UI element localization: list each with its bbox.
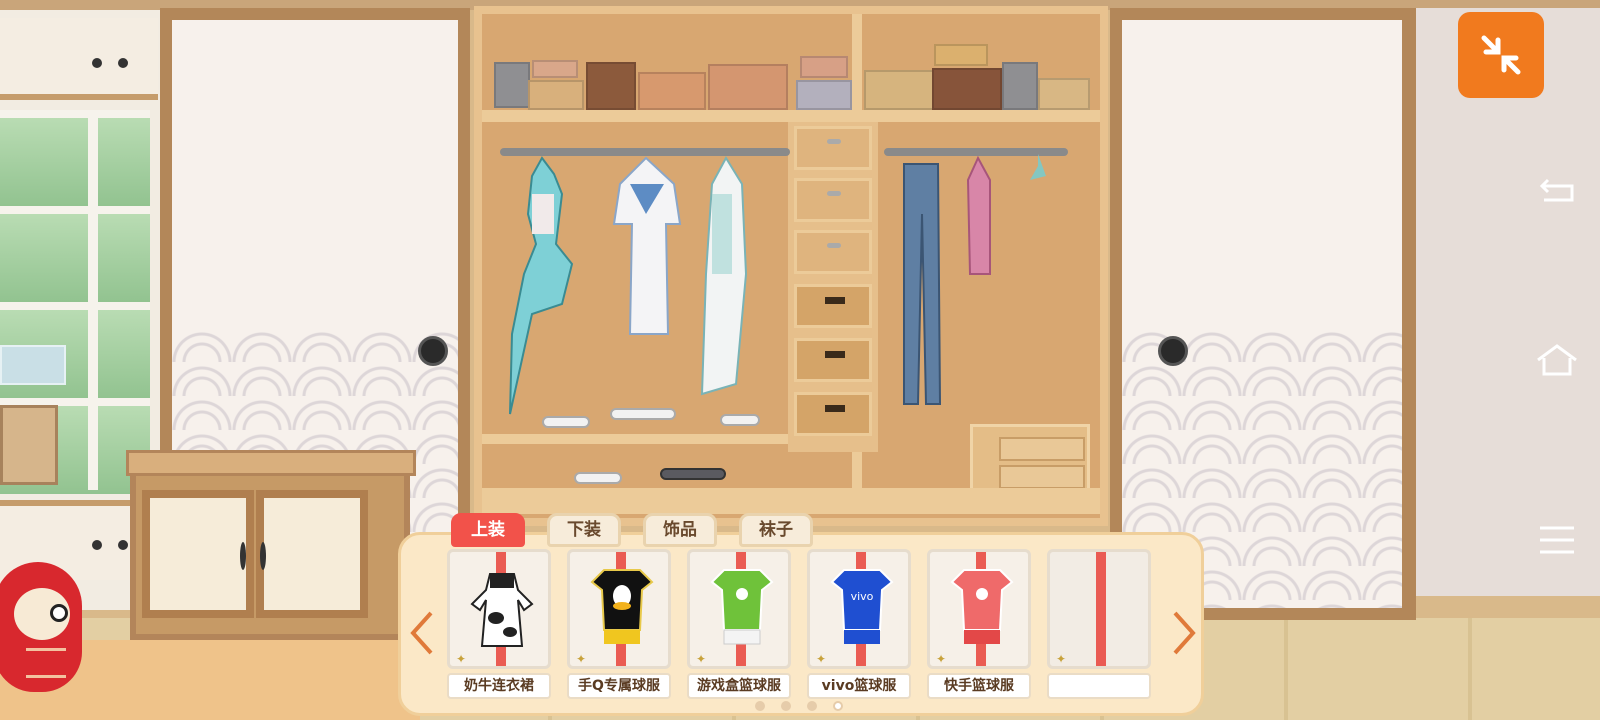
tab-accessories[interactable]: 饰品 xyxy=(643,513,717,547)
page-dot xyxy=(781,701,791,711)
outfit-label: 奶牛连衣裙 xyxy=(447,673,551,699)
door-pull xyxy=(418,336,448,366)
drawer xyxy=(794,392,872,436)
rarity-star-icon: ✦ xyxy=(696,652,707,666)
home-icon xyxy=(1537,344,1577,376)
rarity-star-icon: ✦ xyxy=(1056,652,1067,666)
shrink-button[interactable] xyxy=(1458,12,1544,98)
outfit-card[interactable]: ✦ 快手篮球服 xyxy=(927,549,1031,699)
outfit-label: vivo篮球服 xyxy=(807,673,911,699)
sailor-uniform-icon xyxy=(612,156,682,335)
drawer-column xyxy=(788,122,878,452)
shoe xyxy=(574,472,622,484)
menu-button[interactable] xyxy=(1534,520,1580,560)
shoe xyxy=(660,468,726,480)
chevron-right-icon xyxy=(1173,611,1196,655)
tab-bottoms[interactable]: 下装 xyxy=(547,513,621,547)
rarity-star-icon: ✦ xyxy=(936,652,947,666)
outfit-label: 游戏盒篮球服 xyxy=(687,673,791,699)
home-button[interactable] xyxy=(1534,340,1580,380)
outfit-label: 快手篮球服 xyxy=(927,673,1031,699)
wardrobe xyxy=(474,6,1108,526)
rarity-star-icon: ✦ xyxy=(816,652,827,666)
page-dot xyxy=(807,701,817,711)
next-page-button[interactable] xyxy=(1165,607,1201,659)
shoe xyxy=(610,408,676,420)
tab-socks[interactable]: 袜子 xyxy=(739,513,813,547)
outfit-card[interactable]: ✦ 游戏盒篮球服 xyxy=(687,549,791,699)
qq-jersey-icon xyxy=(590,569,654,644)
drawer xyxy=(794,338,872,382)
rarity-star-icon: ✦ xyxy=(456,652,467,666)
outfit-card-empty[interactable]: ✦ xyxy=(1047,549,1151,699)
shoe xyxy=(542,416,590,428)
outfit-card[interactable]: vivo ✦ vivo篮球服 xyxy=(807,549,911,699)
storage-box xyxy=(494,62,530,108)
chevron-left-icon xyxy=(410,611,433,655)
small-drawer-cabinet xyxy=(970,424,1090,494)
jersey-print: vivo xyxy=(851,590,874,603)
pink-top-icon xyxy=(966,155,991,275)
jeans-icon xyxy=(903,163,942,405)
menu-icon xyxy=(1540,526,1574,554)
outfit-card[interactable]: ✦ 手Q专属球服 xyxy=(567,549,671,699)
outfit-card[interactable]: ✦ 奶牛连衣裙 xyxy=(447,549,551,699)
storage-box xyxy=(0,405,58,485)
daruma-doll xyxy=(0,562,82,692)
kuaishou-jersey-icon xyxy=(950,569,1014,644)
prev-page-button[interactable] xyxy=(405,607,441,659)
drawer xyxy=(794,284,872,328)
white-robe-icon xyxy=(700,155,748,396)
right-shoji-door xyxy=(1110,8,1414,620)
top-shelf xyxy=(482,110,1100,122)
door-pull xyxy=(1158,336,1188,366)
back-button[interactable] xyxy=(1534,170,1580,210)
outfit-selector-panel: 上装 下装 饰品 袜子 ✦ 奶牛连衣裙 ✦ 手Q专属球服 ✦ 游戏盒篮球服 vi… xyxy=(398,513,1204,716)
vivo-jersey-icon: vivo xyxy=(830,569,894,644)
low-cabinet xyxy=(126,450,416,640)
upper-cabinet xyxy=(0,18,158,100)
back-icon xyxy=(1539,178,1574,202)
outfit-label xyxy=(1047,673,1151,699)
cow-dress-icon xyxy=(470,573,534,647)
tissue-box xyxy=(0,345,66,385)
teal-dress-icon xyxy=(509,156,574,415)
outfit-label: 手Q专属球服 xyxy=(567,673,671,699)
tab-tops[interactable]: 上装 xyxy=(451,513,525,547)
page-dot xyxy=(755,701,765,711)
rarity-star-icon: ✦ xyxy=(576,652,587,666)
hanger-icon xyxy=(1030,154,1046,180)
page-indicator xyxy=(755,701,855,713)
page-dot-active xyxy=(833,701,843,711)
shrink-arrows-icon xyxy=(1481,35,1521,75)
shoe xyxy=(720,414,760,426)
green-jersey-icon xyxy=(710,569,774,645)
